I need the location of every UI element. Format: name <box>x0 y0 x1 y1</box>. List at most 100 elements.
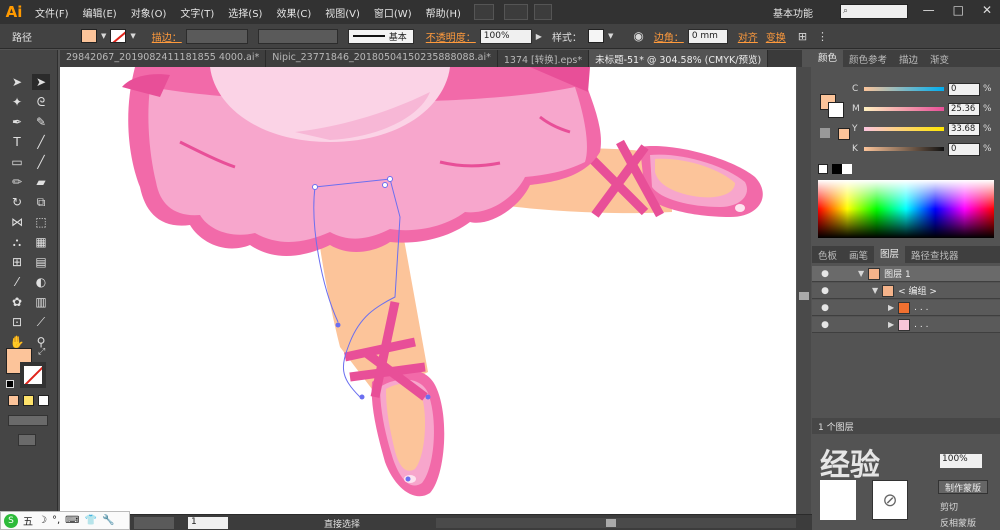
transform-panel-link[interactable]: 变换 <box>762 29 790 44</box>
scrollbar-thumb[interactable] <box>606 519 616 527</box>
color-spectrum[interactable] <box>818 180 994 238</box>
menu-select[interactable]: 选择(S) <box>221 5 269 20</box>
pen-tool-icon[interactable]: ✒ <box>8 114 26 130</box>
layer-name[interactable]: . . . <box>914 320 928 330</box>
layer-row[interactable]: ● ▼ < 编组 > <box>812 283 1000 299</box>
default-colors-icon[interactable] <box>6 380 14 388</box>
curvature-icon[interactable]: ✎ <box>32 114 50 130</box>
mesh-tool-icon[interactable]: ⊞ <box>8 254 26 270</box>
corner-panel-link[interactable]: 边角： <box>650 29 688 44</box>
menu-view[interactable]: 视图(V) <box>318 5 367 20</box>
free-transform-icon[interactable]: ⬚ <box>32 214 50 230</box>
ime-mode-wubi[interactable]: 五 <box>23 513 33 528</box>
tab-layers[interactable]: 图层 <box>874 246 906 263</box>
gradient-tool-icon[interactable]: ▤ <box>32 254 50 270</box>
ballerina-illustration[interactable] <box>60 67 796 514</box>
align-panel-link[interactable]: 对齐 <box>734 29 762 44</box>
chevron-down-icon[interactable]: ▼ <box>101 32 106 40</box>
opacity-panel-link[interactable]: 不透明度： <box>422 29 480 44</box>
yellow-input[interactable]: 33.68 <box>948 122 980 136</box>
layer-row[interactable]: ● ▶ . . . <box>812 300 1000 316</box>
black-slider[interactable] <box>864 147 944 151</box>
black-swatch[interactable] <box>832 164 842 174</box>
artboard-nav[interactable]: 1 <box>188 517 228 529</box>
close-button[interactable]: ✕ <box>982 3 992 17</box>
color-mode-icon[interactable] <box>8 395 19 406</box>
expand-arrow-icon[interactable]: ▼ <box>872 286 878 295</box>
horizontal-scrollbar[interactable] <box>436 518 796 528</box>
paintbrush-icon[interactable]: ╱ <box>32 154 50 170</box>
menu-effect[interactable]: 效果(C) <box>269 5 318 20</box>
eye-icon[interactable]: ● <box>818 286 832 296</box>
tab-document-2[interactable]: Nipic_23771846_20180504150235888088.ai* <box>266 50 498 67</box>
ime-punct-icon[interactable]: °, <box>52 515 60 526</box>
cyan-input[interactable]: 0 <box>948 82 980 96</box>
fill-swatch[interactable] <box>81 29 97 43</box>
tab-color-guide[interactable]: 颜色参考 <box>843 52 893 66</box>
out-of-gamut-icon[interactable] <box>820 128 830 138</box>
symbol-sprayer-icon[interactable]: ✿ <box>8 294 26 310</box>
yellow-slider[interactable] <box>864 127 944 131</box>
black-input[interactable]: 0 <box>948 142 980 156</box>
expand-arrow-icon[interactable]: ▼ <box>858 269 864 278</box>
rectangle-tool-icon[interactable]: ▭ <box>8 154 26 170</box>
stroke-panel-link[interactable]: 描边： <box>148 29 186 44</box>
isolate-icon[interactable]: ⊞ <box>798 30 807 43</box>
arrange-documents-icon[interactable] <box>503 4 528 20</box>
magic-wand-icon[interactable]: ✦ <box>8 94 26 110</box>
invert-mask-checkbox-label[interactable]: 反相蒙版 <box>940 516 976 529</box>
menu-type[interactable]: 文字(T) <box>173 5 221 20</box>
pencil-icon[interactable]: ✏ <box>8 174 26 190</box>
make-mask-button[interactable]: 制作蒙版 <box>938 480 988 494</box>
ime-settings-icon[interactable]: 🔧 <box>102 515 114 526</box>
direct-selection-tool-icon[interactable]: ➤ <box>32 74 50 90</box>
screen-mode-icon[interactable] <box>18 434 36 446</box>
chevron-down-icon[interactable]: ▼ <box>130 32 135 40</box>
rotate-tool-icon[interactable]: ↻ <box>8 194 26 210</box>
zoom-dropdown[interactable] <box>134 517 174 529</box>
blend-tool-icon[interactable]: ◐ <box>32 274 50 290</box>
ime-logo-icon[interactable]: S <box>4 513 18 528</box>
stroke-weight-dropdown[interactable] <box>185 28 248 44</box>
tab-pathfinder[interactable]: 路径查找器 <box>905 248 965 262</box>
layer-name[interactable]: < 编组 > <box>898 284 937 297</box>
line-tool-icon[interactable]: ╱ <box>32 134 50 150</box>
layer-name[interactable]: 图层 1 <box>884 267 911 280</box>
tab-document-3[interactable]: 1374 [转换].eps* <box>497 50 590 67</box>
chevron-down-icon[interactable]: ▼ <box>608 32 613 40</box>
none-mode-icon[interactable] <box>38 395 49 406</box>
tab-document-1[interactable]: 29842067_2019082411181855 4000.ai* <box>60 50 267 67</box>
tab-brushes[interactable]: 画笔 <box>843 248 874 262</box>
maximize-button[interactable]: □ <box>953 3 964 17</box>
selection-tool-icon[interactable]: ➤ <box>8 74 26 90</box>
stroke-color-box[interactable] <box>20 362 46 388</box>
tab-stroke[interactable]: 描边 <box>893 52 924 66</box>
width-tool-icon[interactable]: ⋈ <box>8 214 26 230</box>
transparency-opacity-input[interactable]: 100% <box>940 454 982 468</box>
tab-gradient[interactable]: 渐变 <box>924 52 955 66</box>
eye-icon[interactable]: ● <box>818 320 832 330</box>
eye-icon[interactable]: ● <box>818 303 832 313</box>
tab-swatches[interactable]: 色板 <box>812 248 843 262</box>
magenta-input[interactable]: 25.36 <box>948 102 980 116</box>
menu-edit[interactable]: 编辑(E) <box>76 5 124 20</box>
vertical-scrollbar[interactable] <box>797 67 811 514</box>
color-stroke-box[interactable] <box>828 102 844 118</box>
magenta-slider[interactable] <box>864 107 944 111</box>
options-menu-icon[interactable]: ⋮ <box>817 30 828 43</box>
variable-width-dropdown[interactable] <box>257 28 338 44</box>
eye-icon[interactable]: ● <box>818 269 832 279</box>
gpu-performance-icon[interactable] <box>533 4 552 20</box>
ime-moon-icon[interactable]: ☽ <box>38 515 47 526</box>
mask-thumb[interactable]: ⊘ <box>872 480 908 520</box>
layer-row[interactable]: ● ▶ . . . <box>812 317 1000 333</box>
gradient-mode-icon[interactable] <box>23 395 34 406</box>
web-safe-swatch[interactable] <box>838 128 850 140</box>
chevron-right-icon[interactable]: ▶ <box>536 32 542 41</box>
brush-definition-dropdown[interactable]: 基本 <box>347 28 414 44</box>
search-input[interactable]: ⌕ <box>840 4 908 19</box>
clip-checkbox-label[interactable]: 剪切 <box>940 500 958 513</box>
type-tool-icon[interactable]: T <box>8 134 26 150</box>
workspace-switcher[interactable]: 基本功能 <box>773 5 813 20</box>
layer-row[interactable]: ● ▼ 图层 1 <box>812 266 1000 282</box>
